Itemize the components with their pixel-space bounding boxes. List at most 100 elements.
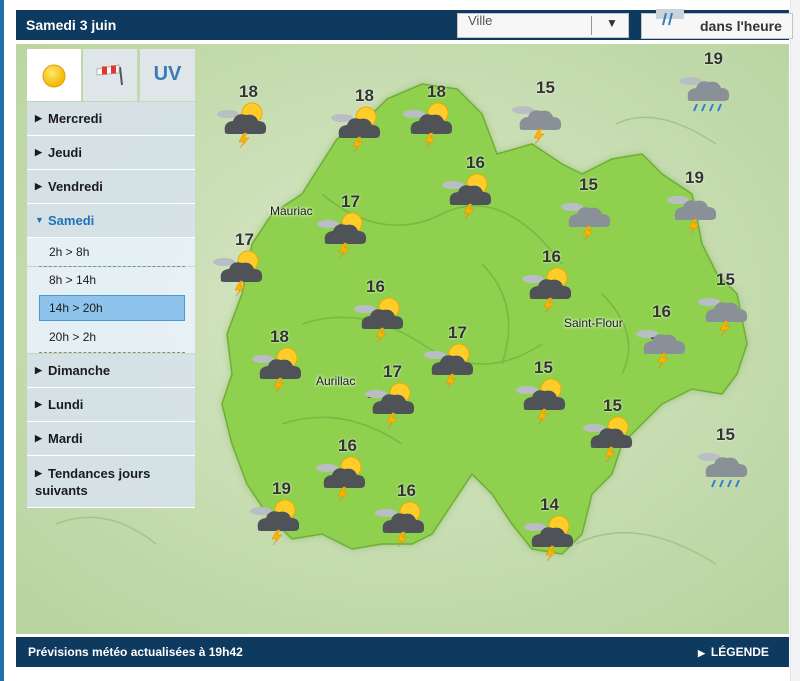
forecast-marker[interactable]: 19 xyxy=(665,168,725,234)
footer-bar: Prévisions météo actualisées à 19h42 ▶ LÉ… xyxy=(16,637,789,667)
forecast-marker[interactable]: 17 xyxy=(363,362,423,428)
forecast-marker[interactable]: 19 xyxy=(678,49,738,115)
forecast-temp: 18 xyxy=(270,327,289,346)
forecast-temp: 19 xyxy=(685,168,704,187)
legend-label: LÉGENDE xyxy=(710,645,769,659)
day-item-lundi[interactable]: ▶ Lundi xyxy=(27,388,195,422)
forecast-marker[interactable]: 17 xyxy=(422,323,482,389)
city-select[interactable]: Ville ▼ xyxy=(457,13,629,38)
day-label: Mardi xyxy=(48,431,83,446)
forecast-temp: 16 xyxy=(366,277,385,296)
forecast-temp: 17 xyxy=(383,362,402,381)
sun-cloud-storm-icon xyxy=(522,267,572,313)
right-scroll-edge[interactable] xyxy=(790,0,800,681)
forecast-marker[interactable]: 16 xyxy=(634,302,694,368)
sun-tab[interactable] xyxy=(27,49,81,101)
forecast-marker[interactable]: 17 xyxy=(315,192,375,258)
day-item-mardi[interactable]: ▶ Mardi xyxy=(27,422,195,456)
left-frame-edge xyxy=(0,0,4,681)
forecast-marker[interactable]: 16 xyxy=(314,436,374,502)
sun-cloud-storm-icon xyxy=(424,343,474,389)
sun-cloud-storm-icon xyxy=(375,501,425,547)
header-date: Samedi 3 juin xyxy=(26,17,117,33)
cloud-storm-icon xyxy=(698,298,748,336)
forecast-marker[interactable]: 15 xyxy=(696,270,756,336)
time-slot-20h-2h[interactable]: 20h > 2h xyxy=(27,323,195,353)
triangle-down-icon: ▼ xyxy=(35,215,44,225)
chevron-down-icon: ▼ xyxy=(606,16,618,30)
forecast-marker[interactable]: 16 xyxy=(373,481,433,547)
forecast-marker[interactable]: 15 xyxy=(581,396,641,462)
uv-tab[interactable]: UV xyxy=(140,49,195,101)
sun-icon xyxy=(42,64,66,88)
sun-cloud-storm-icon xyxy=(252,347,302,393)
forecast-marker[interactable]: 18 xyxy=(329,86,389,152)
day-label: Dimanche xyxy=(48,363,111,378)
forecast-temp: 15 xyxy=(536,78,555,97)
sun-cloud-storm-icon xyxy=(524,515,574,561)
day-label: Mercredi xyxy=(48,111,103,126)
day-item-vendredi[interactable]: ▶ Vendredi xyxy=(27,170,195,204)
triangle-right-icon: ▶ xyxy=(35,147,42,157)
sun-cloud-storm-icon xyxy=(354,297,404,343)
triangle-right-icon: ▶ xyxy=(35,433,42,443)
legend-link[interactable]: ▶ LÉGENDE xyxy=(698,645,769,659)
time-slot-label: 14h > 20h xyxy=(49,301,103,315)
forecast-marker[interactable]: 18 xyxy=(401,82,461,148)
day-item-samedi[interactable]: ▼ Samedi xyxy=(27,204,195,238)
triangle-right-icon: ▶ xyxy=(35,399,42,409)
forecast-marker[interactable]: 14 xyxy=(522,495,582,561)
forecast-temp: 18 xyxy=(355,86,374,105)
forecast-temp: 18 xyxy=(427,82,446,101)
time-slot-8h-14h[interactable]: 8h > 14h xyxy=(27,267,195,293)
sun-cloud-storm-icon xyxy=(316,456,366,502)
forecast-marker[interactable]: 18 xyxy=(250,327,310,393)
sun-cloud-storm-icon xyxy=(250,499,300,545)
day-item-tendances[interactable]: ▶ Tendances jours suivants xyxy=(27,456,195,508)
next-hour-button[interactable]: dans l'heure xyxy=(641,9,793,39)
slot-divider xyxy=(39,352,185,353)
forecast-temp: 15 xyxy=(716,270,735,289)
day-item-mercredi[interactable]: ▶ Mercredi xyxy=(27,102,195,136)
day-item-dimanche[interactable]: ▶ Dimanche xyxy=(27,354,195,388)
sun-cloud-storm-icon xyxy=(403,102,453,148)
forecast-temp: 17 xyxy=(341,192,360,211)
forecast-marker[interactable]: 16 xyxy=(352,277,412,343)
triangle-right-icon: ▶ xyxy=(35,113,42,123)
town-saint-flour: Saint-Flour xyxy=(564,316,623,330)
forecast-marker[interactable]: 19 xyxy=(248,479,308,545)
next-hour-label: dans l'heure xyxy=(700,18,782,34)
forecast-temp: 14 xyxy=(540,495,559,514)
forecast-marker[interactable]: 15 xyxy=(510,78,570,144)
forecast-temp: 18 xyxy=(239,82,258,101)
forecast-marker[interactable]: 16 xyxy=(440,153,500,219)
map-type-tabs: UV xyxy=(27,49,195,101)
forecast-temp: 17 xyxy=(448,323,467,342)
time-slot-2h-8h[interactable]: 2h > 8h xyxy=(27,238,195,266)
windsock-icon xyxy=(96,64,123,86)
forecast-temp: 16 xyxy=(466,153,485,172)
cloud-storm-icon xyxy=(561,203,611,241)
day-label: Lundi xyxy=(48,397,84,412)
forecast-temp: 16 xyxy=(652,302,671,321)
forecast-marker[interactable]: 15 xyxy=(559,175,619,241)
wind-tab[interactable] xyxy=(83,49,137,101)
forecast-marker[interactable]: 16 xyxy=(520,247,580,313)
forecast-marker[interactable]: 17 xyxy=(211,230,271,296)
forecast-temp: 15 xyxy=(579,175,598,194)
sun-cloud-storm-icon xyxy=(331,106,381,152)
uv-tab-label: UV xyxy=(153,63,182,85)
forecast-marker[interactable]: 15 xyxy=(696,425,756,491)
forecast-marker[interactable]: 18 xyxy=(215,82,275,148)
cloud-rain-icon xyxy=(680,77,730,112)
time-slot-14h-20h[interactable]: 14h > 20h xyxy=(27,293,195,323)
forecast-temp: 19 xyxy=(704,49,723,68)
triangle-right-icon: ▶ xyxy=(35,181,42,191)
sun-cloud-storm-icon xyxy=(442,173,492,219)
sun-cloud-storm-icon xyxy=(583,416,633,462)
time-slot-label: 20h > 2h xyxy=(49,330,97,344)
forecast-temp: 15 xyxy=(603,396,622,415)
forecast-marker[interactable]: 15 xyxy=(514,358,574,424)
town-aurillac: Aurillac xyxy=(316,374,356,388)
day-item-jeudi[interactable]: ▶ Jeudi xyxy=(27,136,195,170)
